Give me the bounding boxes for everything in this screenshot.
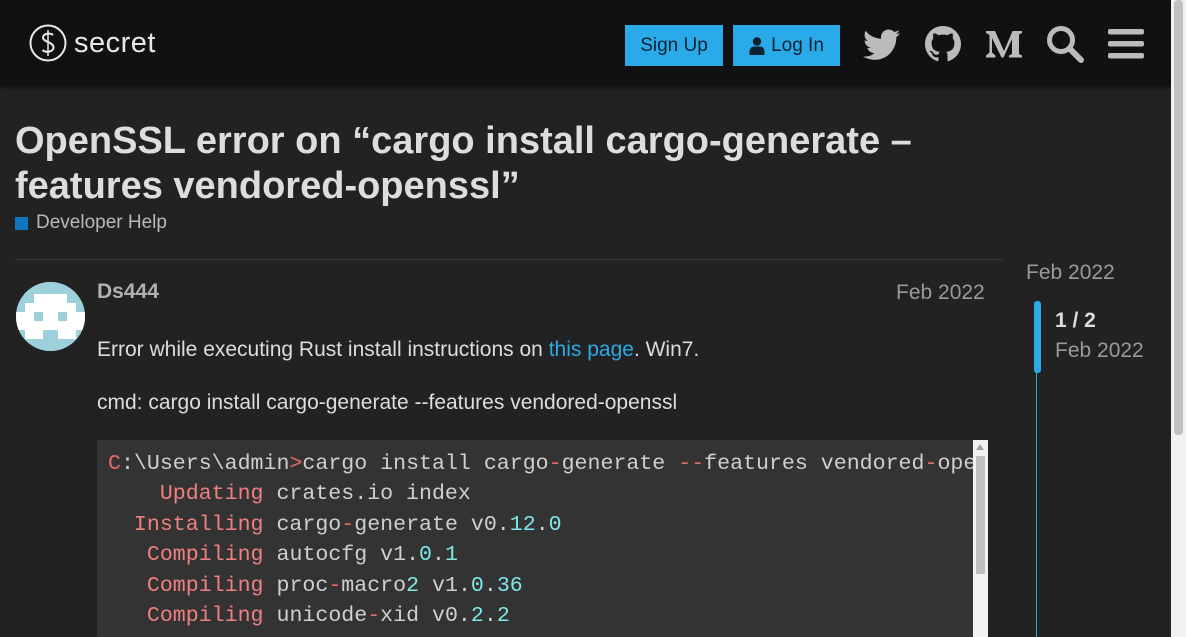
category-color-square bbox=[15, 216, 28, 230]
secret-logo-icon bbox=[29, 24, 67, 62]
site-logo[interactable]: secret bbox=[29, 24, 156, 62]
hamburger-menu-icon[interactable] bbox=[1106, 24, 1146, 64]
avatar-pattern bbox=[16, 282, 85, 351]
user-icon bbox=[749, 36, 765, 55]
page-scrollbar-thumb[interactable] bbox=[1174, 0, 1183, 435]
page-scrollbar[interactable] bbox=[1171, 0, 1186, 637]
timeline-current-date: Feb 2022 bbox=[1055, 339, 1144, 362]
code-line: C:\Users\admin>cargo install cargo-gener… bbox=[108, 452, 973, 476]
post-date[interactable]: Feb 2022 bbox=[896, 281, 985, 305]
post-username[interactable]: Ds444 bbox=[97, 280, 159, 304]
signup-button[interactable]: Sign Up bbox=[625, 25, 723, 66]
search-icon[interactable] bbox=[1045, 24, 1085, 64]
github-icon[interactable] bbox=[923, 24, 963, 64]
avatar[interactable] bbox=[16, 282, 85, 351]
code-line: Compiling unicode-xid v0.2.2 bbox=[146, 604, 510, 628]
category-badge[interactable]: Developer Help bbox=[15, 212, 167, 234]
site-header: secret Sign Up Log In bbox=[0, 0, 1171, 86]
login-button[interactable]: Log In bbox=[733, 25, 840, 66]
logo-text: secret bbox=[74, 27, 156, 59]
code-line: Compiling proc-macro2 v1.0.36 bbox=[146, 574, 523, 598]
this-page-link[interactable]: this page bbox=[549, 338, 634, 361]
topic-title[interactable]: OpenSSL error on “cargo install cargo-ge… bbox=[15, 119, 975, 209]
category-label: Developer Help bbox=[36, 212, 167, 233]
p1-text-after: . Win7. bbox=[633, 338, 700, 361]
code-scrollbar-thumb[interactable] bbox=[976, 456, 985, 574]
post-paragraph-1: Error while executing Rust install instr… bbox=[97, 338, 699, 362]
timeline-start-date[interactable]: Feb 2022 bbox=[1026, 261, 1115, 285]
timeline-position: 1 / 2 bbox=[1055, 309, 1096, 332]
code-line: Installing cargo-generate v0.12.0 bbox=[133, 513, 562, 537]
login-button-label: Log In bbox=[771, 34, 824, 56]
post-paragraph-2: cmd: cargo install cargo-generate --feat… bbox=[97, 391, 678, 414]
medium-icon[interactable] bbox=[984, 24, 1024, 64]
scroll-up-arrow-icon[interactable] bbox=[976, 444, 984, 450]
title-divider bbox=[15, 259, 1003, 260]
code-block[interactable]: C:\Users\admin>cargo install cargo-gener… bbox=[97, 440, 973, 637]
p1-text-before: Error while executing Rust install instr… bbox=[97, 338, 549, 361]
code-line: Updating crates.io index bbox=[159, 482, 471, 506]
timeline-handle[interactable] bbox=[1034, 301, 1041, 373]
twitter-icon[interactable] bbox=[862, 24, 902, 64]
code-scrollbar[interactable] bbox=[973, 440, 988, 637]
code-line: Compiling autocfg v1.0.1 bbox=[146, 543, 458, 567]
